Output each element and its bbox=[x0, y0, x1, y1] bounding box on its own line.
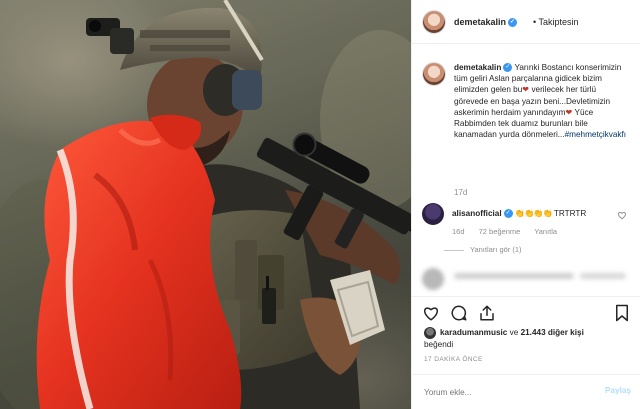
likes-count[interactable]: 21.443 diğer kişi bbox=[521, 328, 584, 337]
follow-status[interactable]: • Takiptesin bbox=[533, 17, 579, 27]
post-photo-artwork bbox=[0, 0, 411, 409]
author-username-text[interactable]: demetakalin bbox=[454, 17, 506, 27]
post-timestamp[interactable]: 17 DAKİKA ÖNCE bbox=[424, 356, 483, 363]
liker-avatar[interactable] bbox=[424, 327, 436, 339]
comment-bubble-icon[interactable] bbox=[450, 304, 468, 322]
comment-item: alisanofficial ✓ 👏👏👏👏 TRTRTR 16d 72 beğen… bbox=[412, 203, 640, 263]
view-replies-button[interactable]: Yanıtları gör (1) bbox=[470, 245, 522, 254]
heart-emoji-icon: ❤ bbox=[522, 85, 530, 95]
add-comment-bar: Paylaş bbox=[412, 374, 640, 409]
commenter-avatar[interactable] bbox=[422, 203, 444, 225]
blurred-text bbox=[580, 273, 626, 279]
comment-age: 16d bbox=[452, 227, 465, 236]
blurred-avatar bbox=[422, 268, 444, 290]
first-liker-username[interactable]: karadumanmusic bbox=[440, 328, 507, 337]
share-icon[interactable] bbox=[478, 304, 496, 322]
caption-verified-badge-icon: ✓ bbox=[503, 63, 513, 73]
likes-line: karadumanmusic ve 21.443 diğer kişi bbox=[440, 328, 584, 337]
likes-summary: karadumanmusic ve 21.443 diğer kişi beğe… bbox=[412, 326, 640, 350]
post-photo[interactable] bbox=[0, 0, 411, 409]
blurred-text bbox=[454, 273, 574, 279]
post-comment-button[interactable]: Paylaş bbox=[605, 386, 631, 395]
post-actions bbox=[412, 296, 640, 326]
comment-text: alisanofficial ✓ 👏👏👏👏 TRTRTR bbox=[452, 209, 586, 219]
heart-emoji-icon: ❤ bbox=[565, 107, 573, 117]
caption-age: 17d bbox=[454, 188, 468, 197]
reply-button[interactable]: Yanıtla bbox=[534, 227, 557, 236]
commenter-verified-badge-icon: ✓ bbox=[503, 209, 513, 219]
comment-likes[interactable]: 72 beğenme bbox=[479, 227, 521, 236]
like-heart-icon[interactable] bbox=[422, 304, 440, 322]
post-header: demetakalin ✓ • Takiptesin bbox=[412, 0, 640, 44]
comment-input[interactable] bbox=[424, 385, 584, 399]
likes-suffix: beğendi bbox=[424, 340, 454, 349]
author-username[interactable]: demetakalin ✓ bbox=[454, 17, 518, 28]
verified-badge-icon: ✓ bbox=[508, 18, 518, 28]
author-avatar[interactable] bbox=[422, 10, 446, 34]
commenter-username[interactable]: alisanofficial bbox=[452, 209, 502, 218]
comment-body: TRTRTR bbox=[553, 209, 587, 218]
caption-text: demetakalin ✓ Yarınki Bostancı konserimiz… bbox=[454, 62, 632, 140]
bookmark-icon[interactable] bbox=[613, 304, 631, 322]
comment-meta: 16d 72 beğenme Yanıtla bbox=[452, 227, 569, 236]
heart-outline-icon[interactable] bbox=[617, 210, 627, 222]
caption-author-avatar[interactable] bbox=[422, 62, 446, 86]
hashtag-link[interactable]: #mehmetçikvakfı bbox=[565, 130, 626, 139]
post-side-panel: demetakalin ✓ • Takiptesin demetakalin ✓ Y… bbox=[411, 0, 640, 409]
clap-emoji-icons: 👏👏👏👏 bbox=[514, 209, 553, 218]
blurred-comment bbox=[412, 268, 640, 290]
caption-username[interactable]: demetakalin bbox=[454, 63, 501, 72]
likes-connector: ve bbox=[509, 328, 519, 337]
